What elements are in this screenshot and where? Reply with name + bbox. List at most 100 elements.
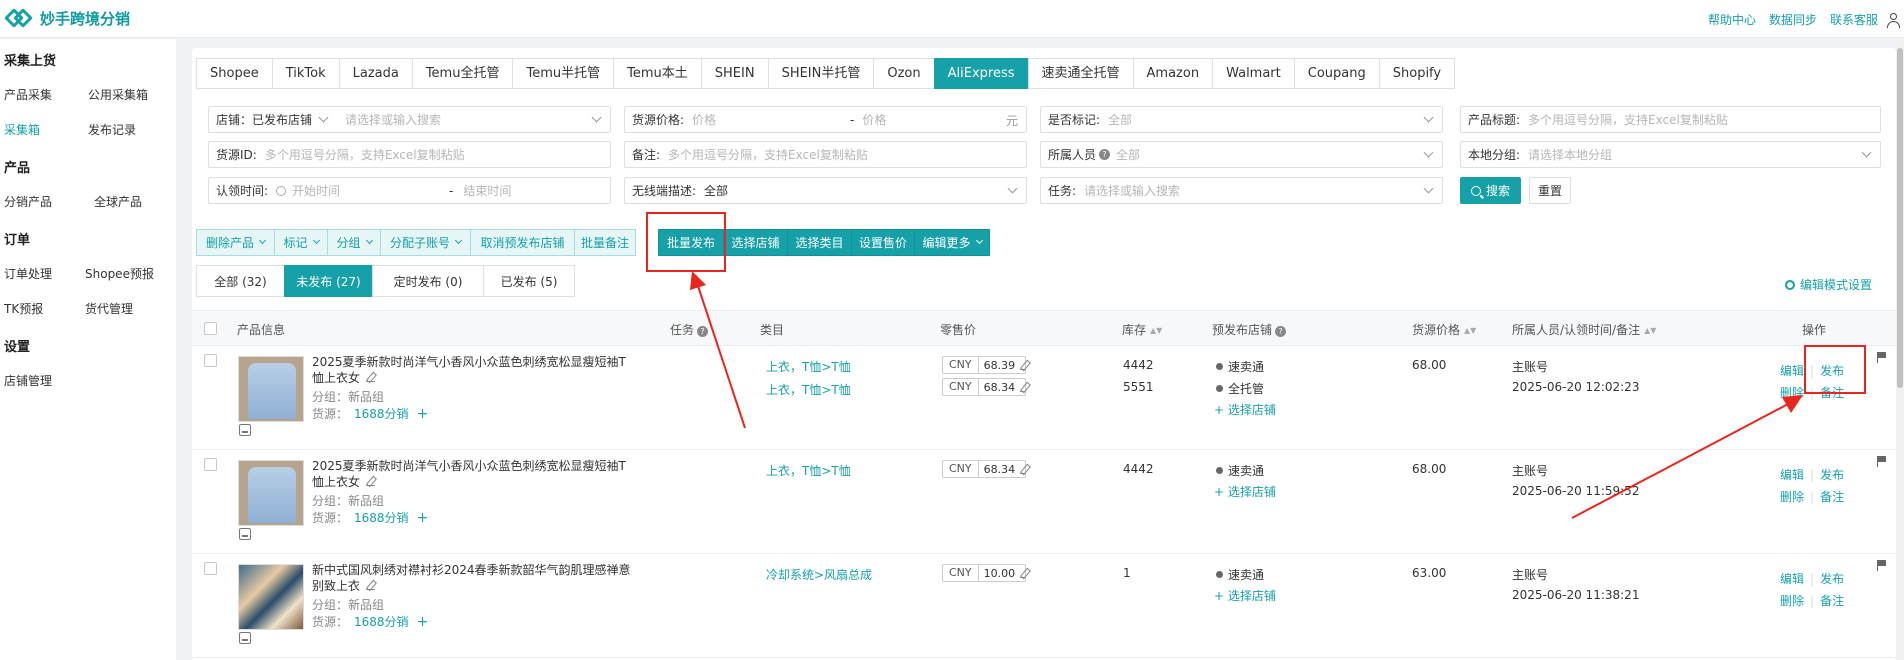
- category-text[interactable]: 上衣，T恤>T恤: [766, 381, 851, 398]
- flag-icon[interactable]: [239, 528, 251, 540]
- source-link[interactable]: 1688分销: [354, 407, 409, 421]
- page-scrollbar[interactable]: [1896, 40, 1904, 660]
- sort-icon[interactable]: ▲▼: [1150, 326, 1162, 335]
- retail-price-input[interactable]: CNY 10.00: [942, 564, 1026, 582]
- select-store-link[interactable]: + 选择店铺: [1214, 483, 1276, 500]
- header-owner-time-remark[interactable]: 所属人员/认领时间/备注 ▲▼: [1512, 321, 1656, 338]
- data-sync-link[interactable]: 数据同步: [1769, 11, 1817, 28]
- tab-coupang[interactable]: Coupang: [1293, 58, 1380, 89]
- source-id-input[interactable]: 多个用逗号分隔，支持Excel复制粘贴: [265, 146, 465, 163]
- tab-lazada[interactable]: Lazada: [338, 58, 413, 89]
- status-tab-published[interactable]: 已发布 (5): [483, 265, 575, 297]
- add-icon[interactable]: +: [417, 614, 429, 630]
- status-tab-unpublished[interactable]: 未发布 (27): [284, 265, 373, 297]
- select-store-link[interactable]: + 选择店铺: [1214, 587, 1276, 604]
- select-category-button[interactable]: 选择类目: [787, 229, 852, 256]
- tab-shopify[interactable]: Shopify: [1378, 58, 1456, 89]
- tab-walmart[interactable]: Walmart: [1212, 58, 1295, 89]
- group-button[interactable]: 分组: [327, 229, 381, 256]
- status-tab-scheduled[interactable]: 定时发布 (0): [372, 265, 484, 297]
- header-source-price[interactable]: 货源价格 ▲▼: [1412, 321, 1476, 338]
- edit-pen-icon[interactable]: [1020, 569, 1025, 578]
- row-checkbox[interactable]: [204, 458, 217, 471]
- publish-button[interactable]: 发布: [1820, 468, 1844, 482]
- edit-pen-icon[interactable]: [1020, 361, 1025, 370]
- category-text[interactable]: 上衣，T恤>T恤: [766, 358, 851, 375]
- product-thumbnail[interactable]: [238, 460, 304, 526]
- remark-input[interactable]: 多个用逗号分隔，支持Excel复制粘贴: [668, 146, 868, 163]
- source-id-filter[interactable]: 货源ID: 多个用逗号分隔，支持Excel复制粘贴: [208, 141, 611, 168]
- retail-price-input[interactable]: CNY 68.34: [942, 378, 1026, 396]
- tab-amazon[interactable]: Amazon: [1132, 58, 1214, 89]
- sort-icon[interactable]: ▲▼: [1644, 326, 1656, 335]
- edit-more-button[interactable]: 编辑更多: [914, 229, 990, 256]
- tab-temu-semi[interactable]: Temu半托管: [512, 58, 615, 89]
- sidebar-item-collect-box[interactable]: 采集箱: [4, 121, 40, 138]
- tab-temu-local[interactable]: Temu本土: [613, 58, 702, 89]
- remark-button[interactable]: 备注: [1820, 594, 1844, 608]
- search-button[interactable]: 搜索: [1460, 177, 1521, 204]
- edit-pen-icon[interactable]: [1020, 465, 1025, 474]
- header-stock[interactable]: 库存 ▲▼: [1122, 321, 1162, 338]
- app-logo[interactable]: 妙手跨境分销: [4, 7, 130, 29]
- edit-pen-icon[interactable]: [1020, 383, 1025, 392]
- publish-button[interactable]: 发布: [1820, 572, 1844, 586]
- remark-button[interactable]: 备注: [1820, 490, 1844, 504]
- tab-temu-full[interactable]: Temu全托管: [411, 58, 514, 89]
- edit-mode-settings[interactable]: 编辑模式设置: [1784, 276, 1872, 293]
- product-thumbnail[interactable]: [238, 356, 304, 422]
- tab-aliexpress-full[interactable]: 速卖通全托管: [1027, 58, 1134, 89]
- product-title[interactable]: 新中式国风刺绣对襟衬衫2024春季新款韶华气韵肌理感禅意别致上衣: [312, 562, 637, 594]
- tab-shein[interactable]: SHEIN: [700, 58, 769, 89]
- marked-filter[interactable]: 是否标记: 全部: [1040, 106, 1443, 133]
- category-text[interactable]: 上衣，T恤>T恤: [766, 462, 851, 479]
- mark-button[interactable]: 标记: [274, 229, 328, 256]
- sidebar-item-shopee-forecast[interactable]: Shopee预报: [85, 265, 154, 282]
- help-center-link[interactable]: 帮助中心: [1708, 11, 1756, 28]
- wireless-desc-filter[interactable]: 无线端描述: 全部: [624, 177, 1027, 204]
- delete-button[interactable]: 删除: [1780, 386, 1804, 400]
- sort-icon[interactable]: ▲▼: [1464, 326, 1476, 335]
- sidebar-item-dist-product[interactable]: 分销产品: [4, 193, 52, 210]
- delete-button[interactable]: 删除: [1780, 490, 1804, 504]
- select-store-link[interactable]: + 选择店铺: [1214, 401, 1276, 418]
- add-icon[interactable]: +: [417, 510, 429, 526]
- flag-icon[interactable]: [1877, 456, 1887, 467]
- owner-filter[interactable]: 所属人员 ? 全部: [1040, 141, 1443, 168]
- help-icon[interactable]: ?: [1275, 326, 1287, 337]
- edit-pen-icon[interactable]: [366, 581, 376, 590]
- source-price-filter[interactable]: 货源价格: 价格 - 价格 元: [624, 106, 1027, 133]
- scrollbar-thumb[interactable]: [1897, 48, 1903, 388]
- store-filter[interactable]: 店铺：已发布店铺 请选择或输入搜索: [208, 106, 611, 133]
- contact-support-link[interactable]: 联系客服: [1830, 11, 1878, 28]
- sidebar-item-global-product[interactable]: 全球产品: [94, 193, 142, 210]
- delete-product-button[interactable]: 删除产品: [196, 229, 275, 256]
- sidebar-item-product-collect[interactable]: 产品采集: [4, 86, 52, 103]
- delete-button[interactable]: 删除: [1780, 594, 1804, 608]
- sidebar-item-forwarder[interactable]: 货代管理: [85, 300, 133, 317]
- source-link[interactable]: 1688分销: [354, 511, 409, 525]
- retail-price-input[interactable]: CNY 68.34: [942, 460, 1026, 478]
- cancel-prepublish-button[interactable]: 取消预发布店铺: [470, 229, 575, 256]
- product-title-input[interactable]: 多个用逗号分隔，支持Excel复制粘贴: [1528, 111, 1728, 128]
- edit-button[interactable]: 编辑: [1780, 572, 1804, 586]
- batch-remark-button[interactable]: 批量备注: [574, 229, 636, 256]
- task-filter[interactable]: 任务: 请选择或输入搜索: [1040, 177, 1443, 204]
- assign-subaccount-button[interactable]: 分配子账号: [380, 229, 471, 256]
- select-all-checkbox[interactable]: [204, 322, 217, 335]
- add-icon[interactable]: +: [417, 406, 429, 422]
- product-title[interactable]: 2025夏季新款时尚洋气小香风小众蓝色刺绣宽松显瘦短袖T恤上衣女: [312, 354, 637, 386]
- product-title[interactable]: 2025夏季新款时尚洋气小香风小众蓝色刺绣宽松显瘦短袖T恤上衣女: [312, 458, 637, 490]
- claim-time-filter[interactable]: 认领时间: 开始时间 - 结束时间: [208, 177, 611, 204]
- product-thumbnail[interactable]: [238, 564, 304, 630]
- tab-aliexpress[interactable]: AliExpress: [933, 58, 1029, 89]
- flag-icon[interactable]: [239, 632, 251, 644]
- select-store-button[interactable]: 选择店铺: [723, 229, 788, 256]
- retail-price-input[interactable]: CNY 68.39: [942, 356, 1026, 374]
- sidebar-item-tk-forecast[interactable]: TK预报: [4, 300, 43, 317]
- remark-filter[interactable]: 备注: 多个用逗号分隔，支持Excel复制粘贴: [624, 141, 1027, 168]
- help-icon[interactable]: ?: [1099, 149, 1111, 160]
- sidebar-item-public-box[interactable]: 公用采集箱: [88, 86, 148, 103]
- tab-tiktok[interactable]: TikTok: [271, 58, 340, 89]
- tab-ozon[interactable]: Ozon: [873, 58, 935, 89]
